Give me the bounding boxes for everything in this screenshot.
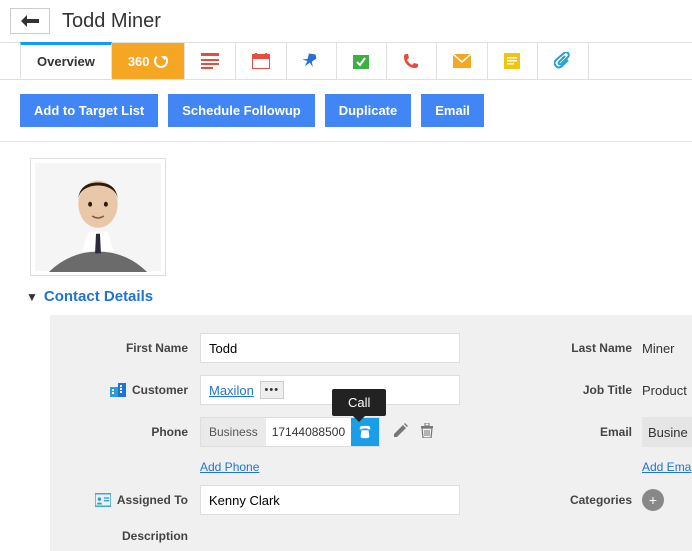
tab-call[interactable] — [387, 43, 437, 79]
description-label: Description — [50, 529, 200, 543]
handset-icon — [358, 425, 372, 439]
tab-list[interactable] — [185, 43, 236, 79]
call-tooltip: Call — [332, 389, 386, 416]
tab-overview[interactable]: Overview — [20, 42, 112, 78]
phone-label: Phone — [50, 425, 200, 439]
duplicate-button[interactable]: Duplicate — [325, 94, 412, 127]
job-title-label: Job Title — [470, 383, 642, 397]
pencil-icon — [394, 423, 408, 437]
tab-360-label: 360 — [128, 54, 150, 69]
add-phone-link[interactable]: Add Phone — [200, 460, 259, 474]
tab-attachment[interactable] — [538, 43, 589, 79]
tab-note[interactable] — [488, 43, 538, 79]
assigned-to-input[interactable] — [200, 485, 460, 515]
building-icon — [110, 383, 126, 397]
phone-delete-button[interactable] — [420, 423, 434, 442]
last-name-label: Last Name — [470, 341, 642, 355]
first-name-label: First Name — [50, 341, 200, 355]
envelope-icon — [453, 54, 471, 68]
email-value[interactable]: Busine — [642, 417, 692, 447]
add-to-target-button[interactable]: Add to Target List — [20, 94, 158, 127]
list-icon — [201, 53, 219, 69]
job-title-value[interactable]: Product — [642, 383, 692, 398]
tab-task[interactable] — [337, 43, 387, 79]
task-icon — [353, 53, 369, 69]
phone-call-button[interactable] — [351, 418, 379, 446]
call-tooltip-label: Call — [348, 395, 370, 410]
add-category-button[interactable]: + — [642, 489, 664, 511]
tab-360[interactable]: 360 — [112, 43, 185, 79]
tab-calendar[interactable] — [236, 43, 287, 79]
tab-overview-label: Overview — [37, 54, 95, 69]
add-email-link[interactable]: Add Ema — [642, 460, 691, 474]
customer-lookup-button[interactable]: ••• — [260, 381, 284, 399]
paperclip-icon — [554, 52, 572, 70]
back-button[interactable] — [10, 8, 50, 34]
last-name-value[interactable]: Miner — [642, 341, 692, 356]
chevron-down-icon: ▼ — [26, 290, 38, 304]
id-card-icon — [95, 493, 111, 507]
customer-link[interactable]: Maxilon — [209, 383, 254, 398]
assigned-to-label: Assigned To — [117, 493, 188, 507]
phone-edit-button[interactable] — [394, 423, 408, 441]
email-button[interactable]: Email — [421, 94, 484, 127]
trash-icon — [420, 423, 434, 438]
schedule-followup-button[interactable]: Schedule Followup — [168, 94, 314, 127]
calendar-icon — [252, 53, 270, 69]
categories-label: Categories — [470, 493, 642, 507]
customer-label: Customer — [132, 383, 188, 397]
pin-icon — [303, 53, 319, 69]
tab-pin[interactable] — [287, 43, 337, 79]
note-icon — [504, 53, 520, 69]
phone-type[interactable]: Business — [201, 418, 266, 446]
contact-details-header[interactable]: ▼ Contact Details — [0, 282, 692, 315]
avatar-image — [35, 162, 161, 272]
first-name-input[interactable] — [200, 333, 460, 363]
page-title: Todd Miner — [62, 10, 161, 33]
tab-email[interactable] — [437, 43, 488, 79]
phone-icon — [403, 53, 419, 69]
contact-details-label: Contact Details — [44, 288, 153, 305]
back-arrow-icon — [21, 15, 39, 27]
customer-field[interactable]: Maxilon ••• — [200, 375, 460, 405]
refresh-icon — [154, 54, 168, 68]
email-label: Email — [470, 425, 642, 439]
phone-number[interactable]: 17144088500 — [266, 425, 351, 439]
avatar — [30, 158, 166, 276]
